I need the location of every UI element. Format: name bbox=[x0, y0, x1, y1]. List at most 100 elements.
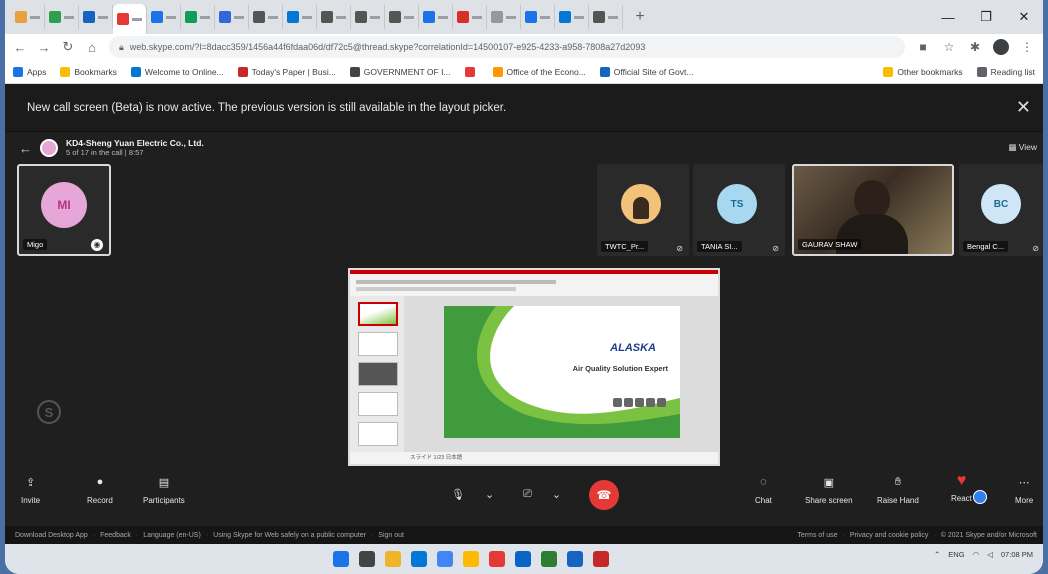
taskbar-app-icon[interactable] bbox=[333, 551, 349, 567]
browser-tab[interactable] bbox=[589, 5, 623, 29]
minimize-icon[interactable]: — bbox=[929, 0, 967, 34]
browser-tab[interactable] bbox=[249, 5, 283, 29]
taskbar-app-icon[interactable] bbox=[489, 551, 505, 567]
bookmark-item[interactable]: GOVERNMENT OF I... bbox=[349, 66, 451, 77]
camera-blocked-icon[interactable]: ■ bbox=[915, 39, 931, 55]
share-screen-button[interactable]: ▣ Share screen bbox=[805, 476, 853, 505]
profile-avatar[interactable] bbox=[993, 39, 1009, 55]
star-icon[interactable]: ☆ bbox=[941, 39, 957, 55]
bookmark-folder[interactable]: Other bookmarks bbox=[883, 66, 963, 77]
footer-link[interactable]: Download Desktop App bbox=[15, 532, 88, 539]
bookmark-folder[interactable]: Reading list bbox=[976, 66, 1035, 77]
view-button[interactable]: ▦ View bbox=[1008, 142, 1037, 153]
footer-link[interactable]: Language (en-US) bbox=[143, 532, 201, 539]
invite-button[interactable]: ⇪ Invite bbox=[21, 476, 40, 505]
taskbar-app-icon[interactable] bbox=[593, 551, 609, 567]
bookmark-item[interactable]: Office of the Econo... bbox=[492, 66, 586, 77]
react-button[interactable]: ♥ React bbox=[951, 472, 972, 503]
chevron-down-icon[interactable]: ⌄ bbox=[552, 488, 561, 501]
grid-icon: ▦ bbox=[1008, 142, 1017, 152]
browser-tab[interactable] bbox=[113, 4, 147, 34]
bookmark-item[interactable]: Welcome to Online... bbox=[130, 66, 224, 77]
ppt-ribbon bbox=[350, 270, 718, 296]
footer-link[interactable]: Privacy and cookie policy bbox=[850, 532, 929, 539]
beta-banner: New call screen (Beta) is now active. Th… bbox=[5, 84, 1043, 132]
browser-tab[interactable] bbox=[181, 5, 215, 29]
camera-toggle[interactable]: ⎚ ⌄ bbox=[523, 480, 561, 508]
home-icon[interactable]: ⌂ bbox=[85, 40, 99, 55]
participants-icon: ▤ bbox=[158, 477, 170, 489]
taskbar-app-icon[interactable] bbox=[437, 551, 453, 567]
address-bar[interactable]: 🔒︎ web.skype.com/?l=8dacc359/1456a44f6fd… bbox=[109, 36, 905, 58]
footer-link[interactable]: Terms of use bbox=[797, 532, 837, 539]
browser-tab[interactable] bbox=[11, 5, 45, 29]
participant-tile-tania[interactable]: TS TANIA SI... ⊘ bbox=[693, 164, 785, 256]
wifi-icon[interactable]: ◠ bbox=[973, 550, 980, 559]
participant-tile-bengal[interactable]: BC Bengal C... ⊘ bbox=[959, 164, 1043, 256]
more-icon: ⋯ bbox=[1018, 477, 1030, 489]
taskbar-app-icon[interactable] bbox=[463, 551, 479, 567]
browser-tab[interactable] bbox=[317, 5, 351, 29]
browser-tab[interactable] bbox=[453, 5, 487, 29]
footer-link[interactable]: Sign out bbox=[378, 532, 404, 539]
browser-tab[interactable] bbox=[419, 5, 453, 29]
more-button[interactable]: ⋯ More bbox=[1015, 476, 1033, 505]
bookmark-item[interactable]: Official Site of Govt... bbox=[599, 66, 693, 77]
bookmark-item[interactable]: Apps bbox=[13, 66, 46, 77]
tray-chevron-icon[interactable]: ⌃ bbox=[934, 550, 940, 559]
participant-tile-twtc[interactable]: TWTC_Pr... ⊘ bbox=[597, 164, 689, 256]
lang-indicator[interactable]: ENG bbox=[948, 550, 964, 559]
bookmark-icon bbox=[599, 66, 610, 77]
taskbar-app-icon[interactable] bbox=[567, 551, 583, 567]
mic-toggle[interactable]: 🎙︎ ⌄ bbox=[451, 480, 494, 508]
browser-tab[interactable] bbox=[385, 5, 419, 29]
close-icon[interactable]: ✕ bbox=[1016, 97, 1031, 118]
bookmark-item[interactable]: Today's Paper | Busi... bbox=[237, 66, 336, 77]
forward-icon[interactable]: → bbox=[37, 40, 51, 55]
chat-button[interactable]: ◌ Chat bbox=[755, 476, 772, 505]
volume-icon[interactable]: ◁ bbox=[987, 550, 993, 559]
new-tab-button[interactable]: + bbox=[629, 8, 651, 26]
menu-icon[interactable]: ⋮ bbox=[1019, 39, 1035, 55]
group-avatar bbox=[40, 139, 58, 157]
reload-icon[interactable]: ↻ bbox=[61, 39, 75, 55]
taskbar-app-icon[interactable] bbox=[385, 551, 401, 567]
browser-tab[interactable] bbox=[147, 5, 181, 29]
participant-tile-gaurav[interactable]: GAURAV SHAW bbox=[792, 164, 954, 256]
browser-tab[interactable] bbox=[555, 5, 589, 29]
back-arrow-icon[interactable]: ← bbox=[19, 141, 32, 156]
back-icon[interactable]: ← bbox=[13, 40, 27, 55]
browser-tab[interactable] bbox=[521, 5, 555, 29]
bookmark-item[interactable]: Bookmarks bbox=[60, 66, 117, 77]
hang-up-button[interactable]: ☎︎ bbox=[589, 480, 619, 510]
tab-title bbox=[30, 15, 40, 19]
browser-tab[interactable] bbox=[215, 5, 249, 29]
tab-title bbox=[268, 15, 278, 19]
raise-hand-button[interactable]: ✋︎ Raise Hand bbox=[877, 476, 919, 505]
favicon-icon bbox=[457, 11, 469, 23]
participant-tile-migo[interactable]: MI Migo ◉ bbox=[17, 164, 111, 256]
browser-tab[interactable] bbox=[45, 5, 79, 29]
bookmark-item[interactable] bbox=[464, 66, 479, 77]
browser-tab[interactable] bbox=[351, 5, 385, 29]
taskbar-app-icon[interactable] bbox=[541, 551, 557, 567]
participants-button[interactable]: ▤ Participants bbox=[143, 476, 185, 505]
windows-taskbar: ⌃ ENG ◠ ◁ 07:08 PM bbox=[5, 544, 1043, 574]
footer-link[interactable]: Feedback bbox=[100, 532, 131, 539]
call-subtitle: 5 of 17 in the call | 8:57 bbox=[66, 148, 144, 157]
window-close-icon[interactable]: ✕ bbox=[1005, 0, 1043, 34]
record-button[interactable]: ● Record bbox=[87, 476, 113, 505]
footer-link[interactable]: © 2021 Skype and/or Microsoft bbox=[941, 532, 1037, 539]
footer-link[interactable]: Using Skype for Web safely on a public c… bbox=[213, 532, 366, 539]
clock[interactable]: 07:08 PM bbox=[1001, 550, 1033, 559]
taskbar-app-icon[interactable] bbox=[359, 551, 375, 567]
browser-tab[interactable] bbox=[487, 5, 521, 29]
chevron-down-icon[interactable]: ⌄ bbox=[485, 488, 494, 501]
favicon-icon bbox=[491, 11, 503, 23]
maximize-icon[interactable]: ❐ bbox=[967, 0, 1005, 34]
taskbar-app-icon[interactable] bbox=[411, 551, 427, 567]
browser-tab[interactable] bbox=[79, 5, 113, 29]
extensions-icon[interactable]: ✱ bbox=[967, 39, 983, 55]
browser-tab[interactable] bbox=[283, 5, 317, 29]
taskbar-app-icon[interactable] bbox=[515, 551, 531, 567]
